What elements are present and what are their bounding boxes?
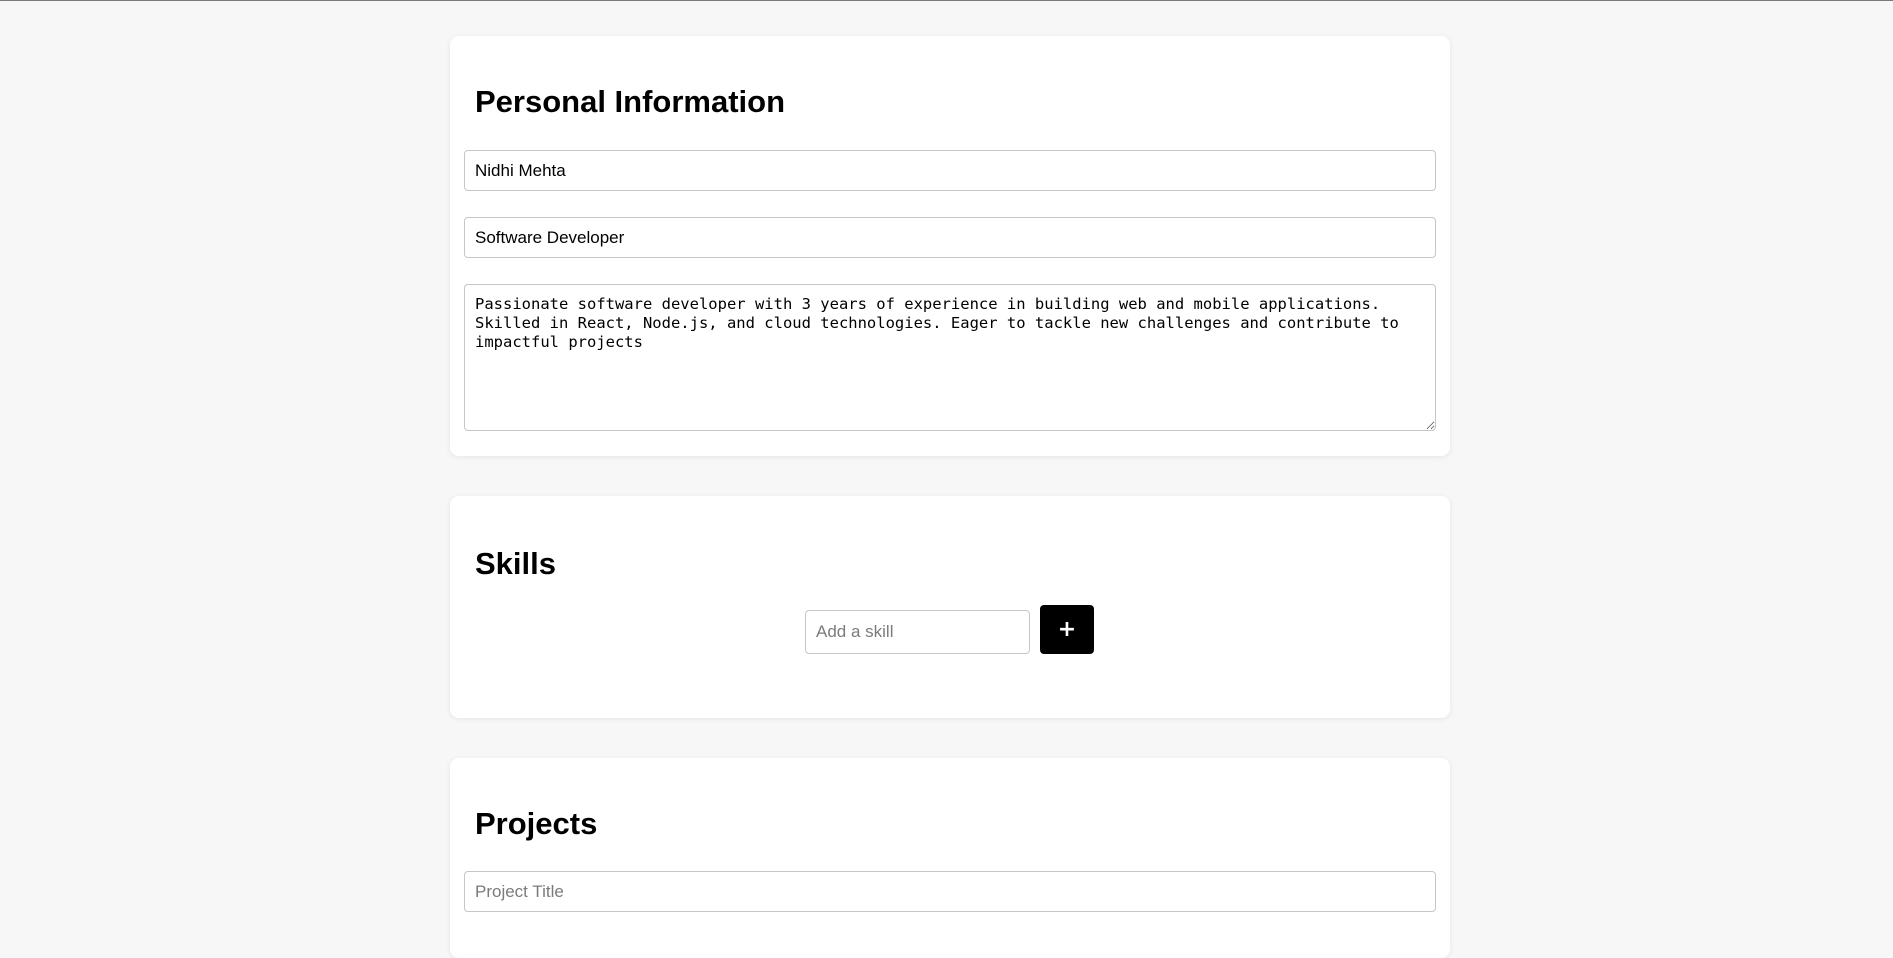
projects-card: Projects <box>450 758 1450 958</box>
personal-information-title: Personal Information <box>475 84 786 119</box>
bio-textarea[interactable]: Passionate software developer with 3 yea… <box>464 284 1436 431</box>
top-border <box>0 0 1893 1</box>
personal-information-card: Personal Information Passionate software… <box>450 36 1450 456</box>
skills-title: Skills <box>475 546 556 581</box>
skill-input[interactable] <box>805 610 1030 654</box>
project-title-input[interactable] <box>464 871 1436 912</box>
add-skill-button[interactable]: + <box>1040 605 1094 654</box>
projects-title: Projects <box>475 806 598 841</box>
role-input[interactable] <box>464 217 1436 258</box>
name-input[interactable] <box>464 150 1436 191</box>
skills-card: Skills + <box>450 496 1450 718</box>
